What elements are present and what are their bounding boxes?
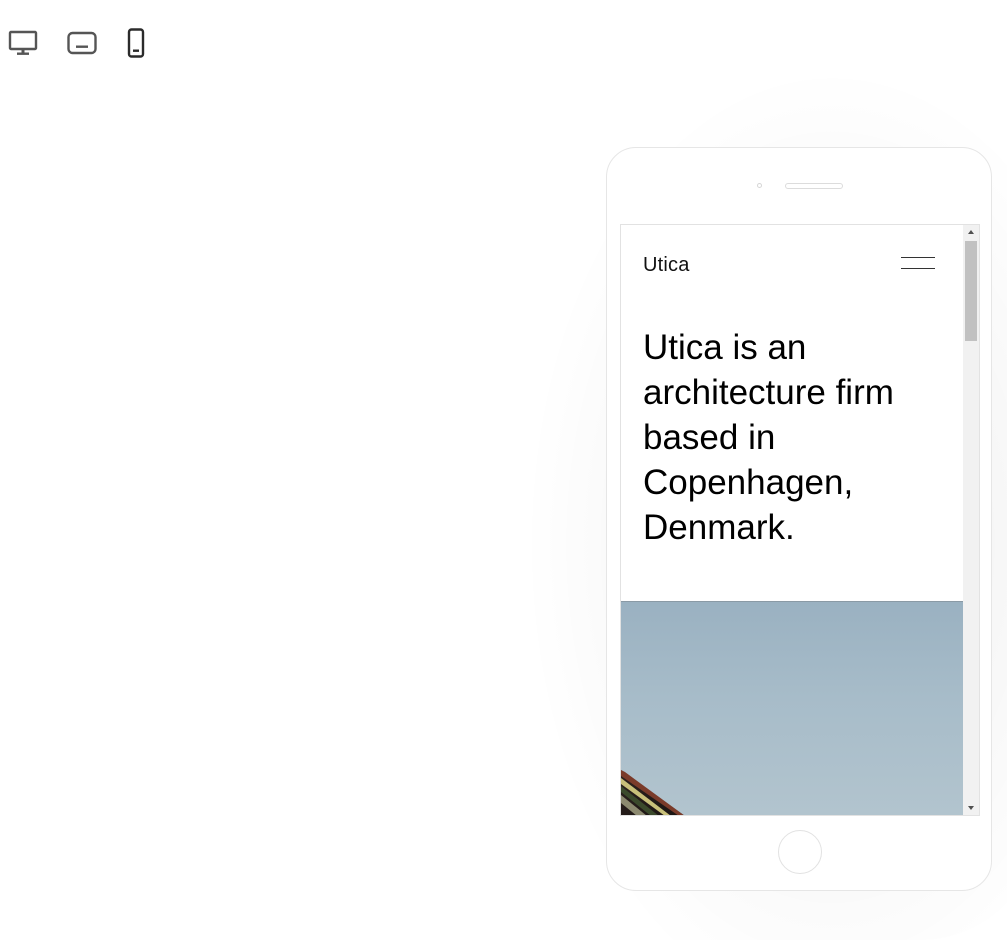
menu-line (901, 268, 935, 269)
site-logo[interactable]: Utica (643, 254, 690, 277)
tablet-view-button[interactable] (64, 26, 100, 60)
menu-line (901, 257, 935, 258)
phone-camera (757, 183, 762, 188)
tablet-icon (67, 31, 97, 55)
site-preview: Utica Utica is an architecture firm base… (621, 225, 963, 815)
phone-frame: Utica Utica is an architecture firm base… (606, 147, 992, 891)
mobile-icon (127, 28, 145, 58)
arrow-up-icon[interactable] (963, 225, 979, 239)
phone-screen: Utica Utica is an architecture firm base… (620, 224, 980, 816)
desktop-icon (8, 29, 38, 57)
desktop-view-button[interactable] (6, 26, 40, 60)
mobile-view-button[interactable] (122, 26, 150, 60)
scrollbar[interactable] (963, 225, 979, 815)
arrow-down-icon[interactable] (963, 801, 979, 815)
hamburger-icon[interactable] (901, 255, 937, 271)
hero-image (621, 601, 963, 815)
device-toolbar (0, 26, 170, 60)
hero-heading: Utica is an architecture firm based in C… (643, 328, 894, 547)
phone-home-button[interactable] (778, 830, 822, 874)
phone-speaker (785, 183, 843, 189)
scrollbar-thumb[interactable] (965, 241, 977, 341)
